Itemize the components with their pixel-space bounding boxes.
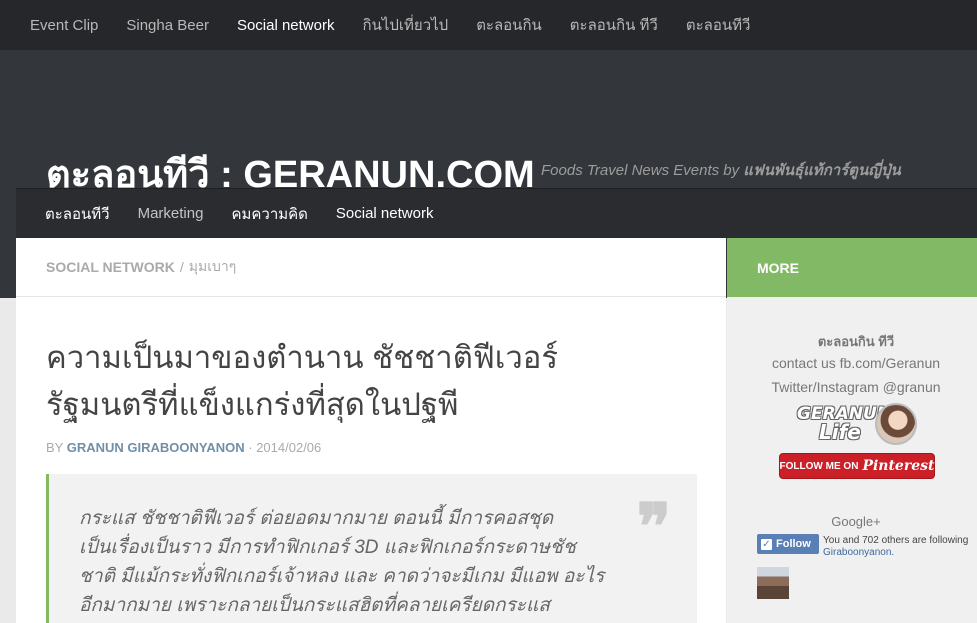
site-tagline: Foods Travel News Events by แฟนพันธุ์แท้… bbox=[541, 158, 901, 182]
logo-text-line-2: Life bbox=[819, 420, 861, 444]
follow-label: Follow bbox=[776, 538, 811, 550]
sub-nav-item-khom-khwam-khit[interactable]: คมความคิด bbox=[231, 202, 307, 226]
quote-mark-icon: ❞ bbox=[636, 490, 671, 565]
pinterest-prefix: FOLLOW ME ON bbox=[779, 460, 859, 472]
sidebar: ตะลอนกิน ทีวี contact us fb.com/Geranun … bbox=[727, 297, 977, 623]
breadcrumb-separator: / bbox=[179, 259, 184, 275]
google-plus-follow-button[interactable]: ✓ Follow bbox=[757, 534, 819, 554]
post-title-line-2: รัฐมนตรีที่แข็งแกร่งที่สุดในปฐพี bbox=[46, 387, 459, 422]
post-byline: BY Granun Giraboonyanon · 2014/02/06 bbox=[46, 440, 321, 455]
pinterest-follow-button[interactable]: FOLLOW ME ON Pinterest bbox=[779, 453, 935, 479]
sidebar-contact-line: contact us fb.com/Geranun bbox=[771, 355, 941, 371]
follow-count-text: You and 702 others are following bbox=[823, 535, 969, 546]
geranun-life-logo[interactable]: GERANUN Life bbox=[797, 401, 917, 451]
quote-line-2: เป็นเรื่องเป็นราว มีการทำฟิกเกอร์ 3D และ… bbox=[79, 537, 576, 558]
breadcrumb-category[interactable]: Social network bbox=[46, 259, 175, 275]
breadcrumb-subcategory[interactable]: มุมเบาๆ bbox=[189, 256, 237, 278]
main-content: Social network / มุมเบาๆ ความเป็นมาของตำ… bbox=[16, 238, 726, 623]
sidebar-more-label: MORE bbox=[757, 259, 799, 276]
follower-avatar[interactable] bbox=[757, 567, 789, 599]
top-nav-item-talon-tv[interactable]: ตะลอนทีวี bbox=[686, 13, 751, 37]
sidebar-widget-title: ตะลอนกิน ทีวี bbox=[817, 334, 895, 349]
quote-line-4: อีกมากมาย เพราะกลายเป็นกระแสฮิตที่คลายเค… bbox=[79, 595, 550, 616]
top-nav: Event Clip Singha Beer Social network กิ… bbox=[0, 0, 977, 50]
top-nav-item-kin-pai-tiew-pai[interactable]: กินไปเที่ยวไป bbox=[362, 13, 448, 37]
top-nav-item-talon-kin[interactable]: ตะลอนกิน bbox=[476, 13, 542, 37]
pinterest-wordmark: Pinterest bbox=[862, 458, 935, 474]
top-nav-item-social-network[interactable]: Social network bbox=[237, 17, 335, 34]
breadcrumb: Social network / มุมเบาๆ bbox=[16, 238, 726, 297]
post-title-line-1: ความเป็นมาของตำนาน ชัชชาติฟีเวอร์ bbox=[46, 340, 559, 375]
sub-nav: ตะลอนทีวี Marketing คมความคิด Social net… bbox=[16, 188, 977, 238]
top-nav-item-talon-kin-tv[interactable]: ตะลอนกิน ทีวี bbox=[570, 13, 658, 37]
sub-nav-item-talon-tv[interactable]: ตะลอนทีวี bbox=[45, 202, 110, 226]
follow-profile-link[interactable]: Giraboonyanon. bbox=[823, 547, 894, 558]
post-author-link[interactable]: Granun Giraboonyanon bbox=[67, 440, 245, 455]
post-blockquote: ❞ กระแส ชัชชาติฟีเวอร์ ต่อยอดมากมาย ตอนน… bbox=[46, 474, 697, 623]
tagline-prefix: Foods Travel News Events by bbox=[541, 162, 744, 179]
post-title: ความเป็นมาของตำนาน ชัชชาติฟีเวอร์ รัฐมนต… bbox=[46, 334, 696, 428]
sidebar-more-tab[interactable]: MORE bbox=[727, 238, 977, 297]
tagline-author: แฟนพันธุ์แท้การ์ตูนญี่ปุ่น bbox=[743, 162, 901, 179]
quote-line-3: ชาติ มีแม้กระทั่งฟิกเกอร์เจ้าหลง และ คาด… bbox=[79, 566, 605, 587]
google-plus-title: Google+ bbox=[831, 514, 881, 529]
author-avatar bbox=[875, 403, 917, 445]
top-nav-item-event-clip[interactable]: Event Clip bbox=[30, 17, 98, 34]
top-nav-item-singha-beer[interactable]: Singha Beer bbox=[126, 17, 209, 34]
quote-text: กระแส ชัชชาติฟีเวอร์ ต่อยอดมากมาย ตอนนี้… bbox=[79, 504, 634, 620]
byline-date-separator: · bbox=[244, 440, 257, 455]
check-icon: ✓ bbox=[761, 538, 772, 550]
byline-prefix: BY bbox=[46, 440, 67, 455]
post-date: 2014/02/06 bbox=[256, 440, 322, 455]
sub-nav-item-social-network[interactable]: Social network bbox=[336, 205, 434, 222]
sub-nav-item-marketing[interactable]: Marketing bbox=[138, 205, 204, 222]
sidebar-social-line: Twitter/Instagram @granun bbox=[771, 379, 941, 395]
quote-line-1: กระแส ชัชชาติฟีเวอร์ ต่อยอดมากมาย ตอนนี้… bbox=[79, 508, 554, 529]
google-plus-follow-count: You and 702 others are following Giraboo… bbox=[823, 535, 968, 559]
